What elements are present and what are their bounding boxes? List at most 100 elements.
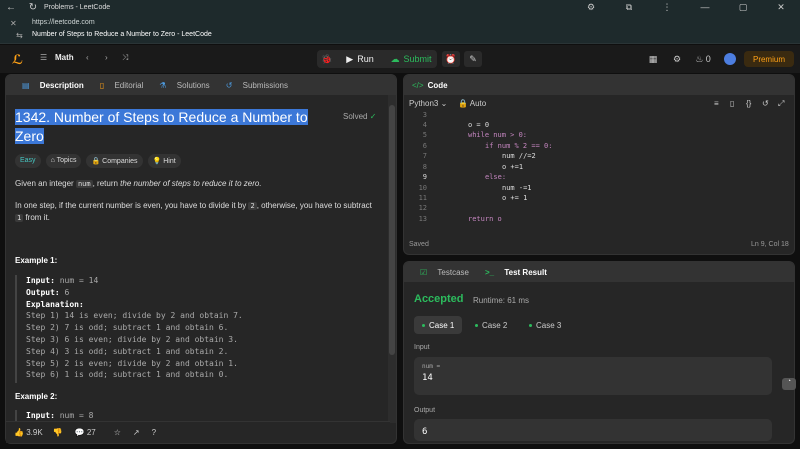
example2-input-label: Input: bbox=[26, 411, 55, 420]
topics-tag[interactable]: ⌂ Topics bbox=[45, 154, 82, 168]
tab-submissions[interactable]: ↺ Submissions bbox=[218, 81, 288, 90]
comment-count: 27 bbox=[86, 428, 96, 437]
favorite-star-icon[interactable]: ☆ bbox=[114, 428, 121, 437]
example2-heading: Example 2: bbox=[15, 392, 58, 401]
more-icon[interactable]: ⋮ bbox=[648, 2, 686, 13]
tab-testcase[interactable]: ☑ Testcase bbox=[412, 268, 469, 277]
lock-icon: 🔒 bbox=[458, 99, 468, 108]
para2-text: In one step, if the current number is ev… bbox=[15, 201, 249, 210]
debug-icon[interactable]: 🐞 bbox=[320, 51, 334, 67]
back-icon[interactable]: ← bbox=[0, 2, 22, 13]
case-label: Case 3 bbox=[536, 320, 562, 330]
line-number: 10 bbox=[418, 184, 427, 192]
thumbs-down-icon: 👎 bbox=[52, 428, 63, 437]
list-icon[interactable]: ☰ bbox=[40, 53, 47, 62]
bookmark-icon[interactable]: ▯ bbox=[730, 99, 734, 108]
case-tab-1[interactable]: Case 1 bbox=[414, 316, 463, 334]
site-settings-icon[interactable]: ⇆ bbox=[16, 31, 23, 40]
browser-tab-title[interactable]: Problems - LeetCode bbox=[44, 4, 110, 11]
pass-dot-icon bbox=[529, 323, 532, 327]
problem-list-label[interactable]: Math bbox=[55, 53, 74, 62]
close-icon[interactable]: ✕ bbox=[10, 19, 17, 28]
submit-button[interactable]: ☁ Submit bbox=[387, 51, 435, 67]
line-number: 12 bbox=[418, 204, 427, 212]
editorial-icon: ▯ bbox=[99, 80, 105, 90]
tab-description[interactable]: ▤ Description bbox=[14, 81, 84, 90]
result-tabs: ☑ Testcase >_ Test Result bbox=[404, 262, 794, 282]
close-button[interactable]: ✕ bbox=[762, 2, 800, 13]
topics-label: Topics bbox=[56, 157, 77, 164]
hint-tag[interactable]: 💡 Hint bbox=[147, 154, 181, 168]
code-icon: </> bbox=[412, 80, 424, 90]
description-scrollbar[interactable] bbox=[388, 95, 396, 423]
mode-toggle[interactable]: 🔒 Auto bbox=[458, 99, 486, 108]
url-text[interactable]: https://leetcode.com bbox=[32, 19, 95, 26]
difficulty-badge: Easy bbox=[15, 154, 41, 168]
fire-icon: ♨ bbox=[695, 53, 704, 64]
tab-test-result[interactable]: >_ Test Result bbox=[477, 268, 547, 277]
case-tab-2[interactable]: Case 2 bbox=[467, 316, 515, 334]
flask-icon: ⚗ bbox=[159, 80, 167, 90]
braces-icon[interactable]: {} bbox=[746, 99, 751, 108]
example1-input-value: num = 14 bbox=[59, 276, 99, 285]
lock-icon: 🔒 bbox=[91, 158, 101, 165]
problem-title-line2: Zero bbox=[15, 128, 44, 144]
description-paragraph-2: In one step, if the current number is ev… bbox=[15, 200, 375, 224]
code-line: num -=1 bbox=[502, 184, 532, 192]
checkbox-icon: ☑ bbox=[420, 267, 428, 277]
example1-explanation-label: Explanation: bbox=[26, 299, 84, 309]
prev-problem-icon[interactable]: ‹ bbox=[86, 53, 89, 62]
like-button[interactable]: 👍 3.9K bbox=[14, 428, 43, 437]
tab-editorial[interactable]: ▯ Editorial bbox=[92, 81, 144, 90]
para1-mid: , return bbox=[92, 179, 121, 188]
example2-input-value: num = 8 bbox=[59, 411, 94, 420]
example1-output-value: 6 bbox=[64, 287, 70, 297]
result-panel: ☑ Testcase >_ Test Result bbox=[403, 261, 795, 444]
comment-icon: 💬 bbox=[74, 428, 85, 437]
pass-dot-icon bbox=[422, 323, 425, 327]
runtime-label: Runtime: 61 ms bbox=[473, 296, 530, 305]
reset-icon[interactable]: ↺ bbox=[762, 99, 769, 108]
share-link-icon[interactable]: ↗ bbox=[133, 428, 140, 437]
code-header-label: Code bbox=[427, 80, 448, 90]
tab-solutions[interactable]: ⚗ Solutions bbox=[151, 81, 209, 90]
companies-tag[interactable]: 🔒 Companies bbox=[86, 154, 143, 168]
address-bar[interactable]: ✕ ⇆ https://leetcode.com Number of Steps… bbox=[0, 15, 800, 44]
chevron-down-icon: ⌄ bbox=[440, 99, 448, 108]
leetcode-logo-icon[interactable]: ℒ bbox=[12, 52, 26, 67]
output-label: Output bbox=[414, 407, 436, 414]
explanation-step: Step 4) 3 is odd; subtract 1 and obtain … bbox=[26, 346, 229, 356]
fire-count: 0 bbox=[705, 54, 711, 64]
format-icon[interactable]: ≡ bbox=[714, 99, 719, 108]
settings-icon[interactable]: ⚙ bbox=[670, 51, 684, 67]
dislike-button[interactable]: 👎 bbox=[53, 428, 63, 437]
timer-icon[interactable]: ⏰ bbox=[442, 51, 460, 67]
fullscreen-icon[interactable]: ⤢ bbox=[778, 99, 784, 109]
case-tab-3[interactable]: Case 3 bbox=[521, 316, 569, 334]
explanation-step: Step 6) 1 is odd; subtract 1 and obtain … bbox=[26, 370, 229, 380]
avatar[interactable] bbox=[724, 53, 736, 65]
minimize-button[interactable]: — bbox=[686, 2, 724, 13]
problem-title-line1: 1342. Number of Steps to Reduce a Number… bbox=[15, 109, 308, 125]
run-button[interactable]: ▶ Run bbox=[343, 51, 377, 67]
maximize-button[interactable]: ▢ bbox=[724, 2, 762, 13]
language-select[interactable]: Python3 ⌄ bbox=[409, 99, 447, 108]
layout-icon[interactable]: ▦ bbox=[646, 51, 660, 67]
input-box: num = 14 bbox=[414, 357, 772, 395]
example1-box: Input: num = 14 Output: 6 Explanation: S… bbox=[15, 275, 375, 383]
lightbulb-icon: 💡 bbox=[152, 158, 162, 165]
cursor-position: Ln 9, Col 18 bbox=[751, 241, 789, 248]
thumbs-up-icon: 👍 bbox=[14, 428, 24, 437]
streak-counter[interactable]: ♨ 0 bbox=[692, 51, 714, 67]
shuffle-icon[interactable]: ⤨ bbox=[122, 53, 128, 63]
share-icon[interactable]: ⧉ bbox=[610, 2, 648, 13]
comments-button[interactable]: 💬 27 bbox=[75, 428, 96, 437]
next-problem-icon[interactable]: › bbox=[105, 53, 108, 62]
reload-icon[interactable]: ↻ bbox=[22, 2, 44, 13]
notes-icon[interactable]: ✎ bbox=[464, 51, 482, 67]
help-icon[interactable]: ? bbox=[152, 428, 156, 437]
premium-button[interactable]: Premium bbox=[744, 51, 794, 67]
extension-icon[interactable]: ⚙ bbox=[572, 2, 610, 13]
floating-helper-icon[interactable]: ◔ bbox=[782, 378, 796, 390]
language-label: Python3 bbox=[409, 99, 439, 108]
